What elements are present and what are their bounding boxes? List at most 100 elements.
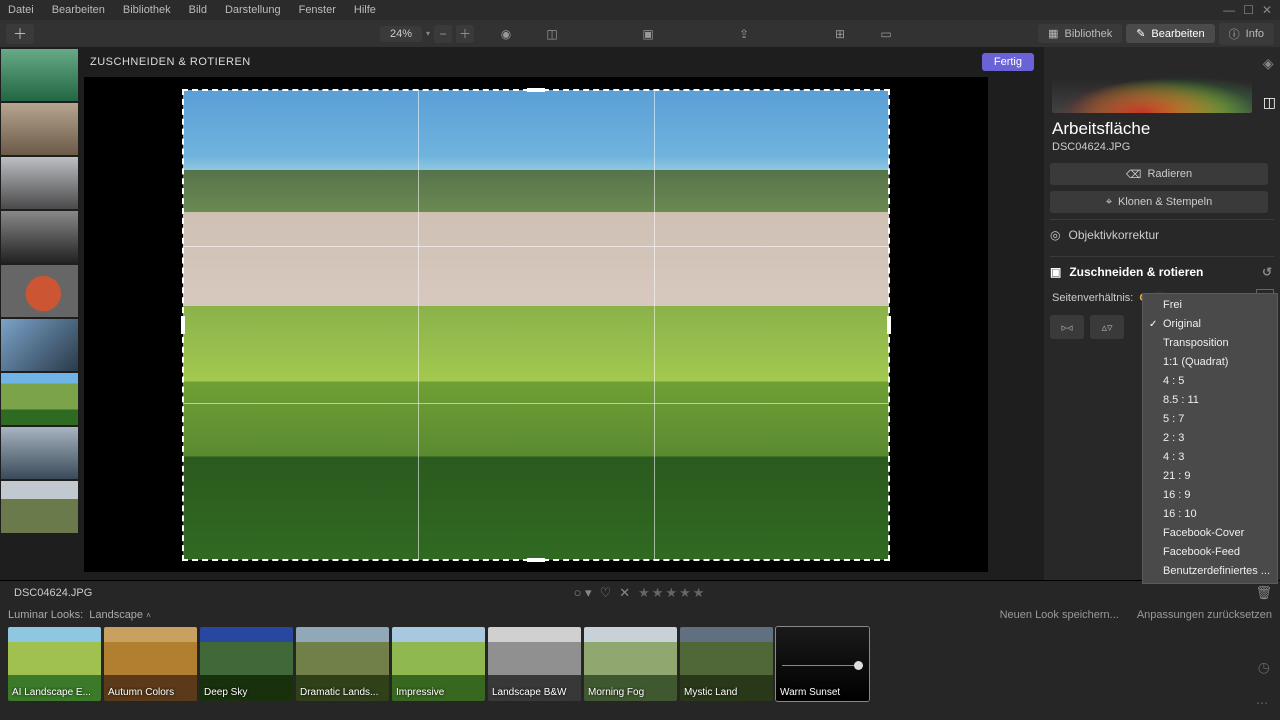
trash-icon[interactable]: 🗑 <box>1255 585 1272 601</box>
crop-handle-left[interactable] <box>181 316 185 334</box>
thumb[interactable] <box>1 49 78 101</box>
menu-item[interactable]: Hilfe <box>354 4 376 16</box>
zoom-dropdown-icon[interactable]: ▾ <box>426 29 430 38</box>
save-look-button[interactable]: Neuen Look speichern... <box>1000 609 1119 621</box>
reset-adjustments-button[interactable]: Anpassungen zurücksetzen <box>1137 609 1272 621</box>
ratio-label: Seitenverhältnis: <box>1052 292 1133 304</box>
thumb[interactable] <box>1 265 78 317</box>
ratio-option[interactable]: Original <box>1143 315 1277 334</box>
looks-category-dropdown[interactable]: Landscape ˄ <box>89 609 151 621</box>
crop-section[interactable]: ▣Zuschneiden & rotieren↺ <box>1050 256 1274 287</box>
ratio-option[interactable]: Facebook-Feed <box>1143 543 1277 562</box>
grid-view-icon[interactable]: ⊞ <box>826 23 854 45</box>
preset-label: Deep Sky <box>204 687 289 698</box>
crop-grid-line <box>183 403 889 404</box>
more-icon[interactable]: ⋯ <box>1256 696 1270 710</box>
canvas-area: ZUSCHNEIDEN & ROTIEREN Fertig <box>80 47 1044 580</box>
close-icon[interactable]: ✕ <box>1262 3 1272 17</box>
ratio-option[interactable]: Benutzerdefiniertes ... <box>1143 562 1277 581</box>
erase-button[interactable]: ⌫Radieren <box>1050 163 1268 185</box>
image-canvas[interactable] <box>84 77 988 572</box>
ratio-option[interactable]: 1:1 (Quadrat) <box>1143 353 1277 372</box>
menu-item[interactable]: Bibliothek <box>123 4 171 16</box>
menu-item[interactable]: Bearbeiten <box>52 4 105 16</box>
minimize-icon[interactable]: — <box>1223 3 1235 17</box>
zoom-control: 24% ▾ − ＋ <box>380 25 474 43</box>
done-button[interactable]: Fertig <box>982 53 1034 71</box>
preset-item[interactable]: Impressive <box>392 627 485 701</box>
ratio-option[interactable]: 4 : 3 <box>1143 448 1277 467</box>
menu-item[interactable]: Bild <box>189 4 207 16</box>
preset-intensity-slider[interactable] <box>782 665 863 666</box>
clone-button[interactable]: ⌖Klonen & Stempeln <box>1050 191 1268 213</box>
preset-item[interactable]: Warm Sunset <box>776 627 869 701</box>
add-button[interactable]: ＋ <box>6 24 34 44</box>
mode-edit[interactable]: ✎Bearbeiten <box>1126 24 1214 43</box>
zoom-in-button[interactable]: ＋ <box>456 25 474 43</box>
thumb[interactable] <box>1 211 78 263</box>
right-panel: ◈ ◫ Arbeitsfläche DSC04624.JPG ⌫Radieren… <box>1044 47 1280 580</box>
thumb-selected[interactable] <box>1 373 78 425</box>
single-view-icon[interactable]: ▭ <box>872 23 900 45</box>
lens-section[interactable]: ◎Objektivkorrektur <box>1050 219 1274 250</box>
crop-handle-bottom[interactable] <box>527 558 545 562</box>
mode-info[interactable]: ⓘInfo <box>1219 23 1274 45</box>
slider-knob[interactable] <box>854 661 863 670</box>
ratio-option[interactable]: Facebook-Cover <box>1143 524 1277 543</box>
preset-item[interactable]: Dramatic Lands... <box>296 627 389 701</box>
menu-item[interactable]: Datei <box>8 4 34 16</box>
flip-horizontal-button[interactable]: ▹◃ <box>1050 315 1084 339</box>
panel-filename: DSC04624.JPG <box>1052 141 1274 153</box>
crop-handle-right[interactable] <box>887 316 891 334</box>
ratio-option[interactable]: 2 : 3 <box>1143 429 1277 448</box>
preset-item[interactable]: Deep Sky <box>200 627 293 701</box>
compare-icon[interactable]: ◫ <box>538 23 566 45</box>
thumb[interactable] <box>1 157 78 209</box>
reset-icon[interactable]: ↺ <box>1262 265 1272 279</box>
bottom-filename: DSC04624.JPG <box>14 587 92 599</box>
image-preview <box>183 90 889 560</box>
thumb[interactable] <box>1 481 78 533</box>
filmstrip <box>0 47 80 580</box>
reject-icon[interactable]: ✕ <box>619 585 630 601</box>
flag-unflagged-icon[interactable]: ○ ▾ <box>574 585 592 601</box>
library-icon: ▦ <box>1048 27 1058 40</box>
rating-stars[interactable]: ★★★★★ <box>638 585 706 601</box>
thumb[interactable] <box>1 319 78 371</box>
favorite-icon[interactable]: ♡ <box>600 585 612 601</box>
ratio-dropdown-menu: FreiOriginalTransposition1:1 (Quadrat)4 … <box>1142 293 1278 584</box>
preset-item[interactable]: AI Landscape E... <box>8 627 101 701</box>
menu-item[interactable]: Darstellung <box>225 4 281 16</box>
share-icon[interactable]: ⇪ <box>730 23 758 45</box>
canvas-tab-icon[interactable]: ◫ <box>1263 94 1276 111</box>
menu-item[interactable]: Fenster <box>299 4 336 16</box>
flip-vertical-button[interactable]: ▵▿ <box>1090 315 1124 339</box>
histogram <box>1052 55 1252 113</box>
preset-item[interactable]: Morning Fog <box>584 627 677 701</box>
mode-library[interactable]: ▦Bibliothek <box>1038 24 1122 43</box>
ratio-option[interactable]: 16 : 9 <box>1143 486 1277 505</box>
presets-row: AI Landscape E...Autumn Colors Deep Sky Dr… <box>8 627 1272 705</box>
layers-tab-icon[interactable]: ◈ <box>1263 55 1276 72</box>
zoom-value[interactable]: 24% <box>380 26 422 42</box>
chevron-up-icon: ˄ <box>146 611 151 620</box>
preset-item[interactable]: Mystic Land <box>680 627 773 701</box>
preset-item[interactable]: Landscape B&W <box>488 627 581 701</box>
crop-icon[interactable]: ▣ <box>634 23 662 45</box>
ratio-option[interactable]: Frei <box>1143 296 1277 315</box>
thumb[interactable] <box>1 103 78 155</box>
ratio-option[interactable]: 8.5 : 11 <box>1143 391 1277 410</box>
ratio-option[interactable]: Transposition <box>1143 334 1277 353</box>
thumb[interactable] <box>1 427 78 479</box>
ratio-option[interactable]: 16 : 10 <box>1143 505 1277 524</box>
preset-item[interactable]: Autumn Colors <box>104 627 197 701</box>
maximize-icon[interactable]: ☐ <box>1243 3 1254 17</box>
ratio-option[interactable]: 5 : 7 <box>1143 410 1277 429</box>
preset-label: Dramatic Lands... <box>300 687 385 698</box>
eye-icon[interactable]: ◉ <box>492 23 520 45</box>
crop-handle-top[interactable] <box>527 88 545 92</box>
ratio-option[interactable]: 21 : 9 <box>1143 467 1277 486</box>
zoom-out-button[interactable]: − <box>434 25 452 43</box>
history-icon[interactable]: ◷ <box>1258 659 1270 676</box>
ratio-option[interactable]: 4 : 5 <box>1143 372 1277 391</box>
